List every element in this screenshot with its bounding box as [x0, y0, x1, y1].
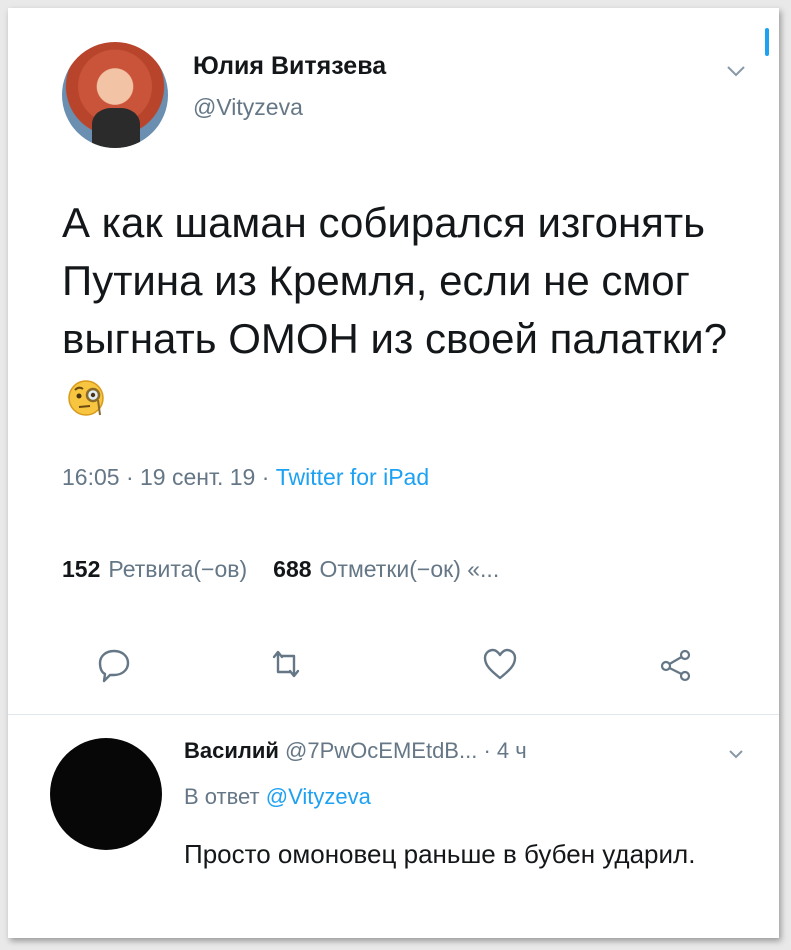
reply-header: Василий @7PwOcEMEtdB... · 4 ч — [184, 738, 527, 764]
reply-timestamp[interactable]: · 4 ч — [477, 738, 526, 763]
likes-count[interactable]: 688 — [273, 556, 311, 582]
like-heart-icon[interactable] — [480, 644, 520, 684]
tweet-source-link[interactable]: Twitter for iPad — [276, 464, 429, 490]
reply-mention-link[interactable]: @Vityzeva — [266, 784, 371, 809]
reply-text: Просто омоновец раньше в бубен ударил. — [184, 839, 696, 869]
likes-label[interactable]: Отметки(−ок) «... — [320, 556, 500, 582]
retweets-label[interactable]: Ретвита(−ов) — [108, 556, 247, 582]
author-avatar[interactable] — [62, 42, 168, 148]
tweet-meta: 16:05 · 19 сент. 19 · Twitter for iPad — [62, 464, 429, 491]
tweet-timestamp[interactable]: 16:05 · 19 сент. 19 · — [62, 464, 276, 490]
reply-context: В ответ @Vityzeva — [184, 784, 371, 810]
tweet-text-body: А как шаман собирался изгонять Путина из… — [62, 199, 728, 362]
author-name[interactable]: Юлия Витязева — [193, 52, 386, 81]
reply-author-avatar[interactable] — [50, 738, 162, 850]
divider — [8, 714, 779, 715]
reply-prefix: В ответ — [184, 784, 266, 809]
chevron-down-icon[interactable] — [728, 748, 744, 760]
tweet-screenshot-frame: Юлия Витязева @Vityzeva А как шаман соби… — [8, 8, 779, 938]
reply-author-name[interactable]: Василий — [184, 738, 279, 763]
author-handle[interactable]: @Vityzeva — [193, 94, 303, 121]
retweets-count[interactable]: 152 — [62, 556, 100, 582]
share-icon[interactable] — [656, 644, 696, 684]
reply-icon[interactable] — [94, 644, 134, 684]
scroll-indicator[interactable] — [765, 28, 769, 56]
face-with-monocle-icon — [68, 380, 104, 416]
retweet-icon[interactable] — [266, 644, 306, 684]
tweet-stats: 152 Ретвита(−ов) 688 Отметки(−ок) «... — [62, 556, 499, 583]
tweet-text: А как шаман собирался изгонять Путина из… — [62, 194, 752, 426]
tweet-actions — [8, 644, 779, 684]
reply-author-handle[interactable]: @7PwOcEMEtdB... — [285, 738, 477, 763]
chevron-down-icon[interactable] — [726, 64, 746, 78]
